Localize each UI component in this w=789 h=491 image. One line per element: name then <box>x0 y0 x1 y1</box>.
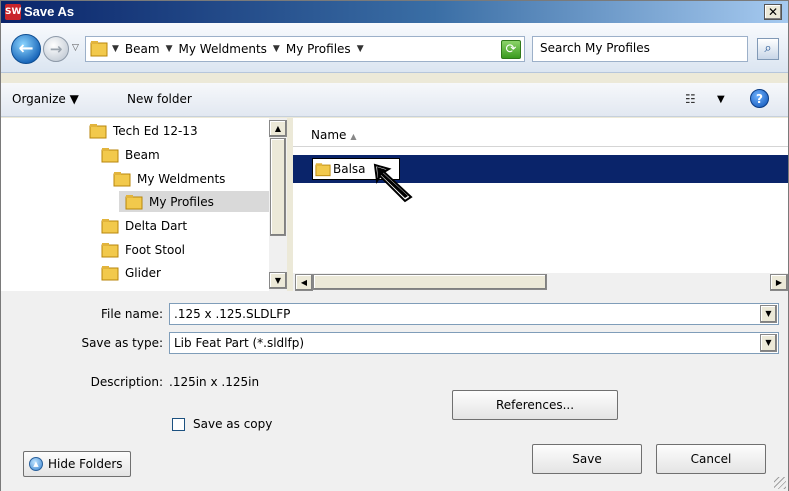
folder-icon <box>101 242 119 257</box>
folder-icon <box>101 147 119 162</box>
chevron-down-icon[interactable]: ▼ <box>760 334 777 352</box>
chevron-down-icon[interactable]: ▼ <box>760 305 777 323</box>
toolbar: Organize ▼ New folder ☷ ▼ ? <box>1 83 788 117</box>
chevron-right-icon[interactable]: ▼ <box>112 44 119 54</box>
arrow-right-icon: → <box>49 40 63 58</box>
tree-item-label: Foot Stool <box>125 242 186 257</box>
scrollbar-thumb[interactable] <box>313 274 547 290</box>
save-type-label: Save as type: <box>81 336 163 350</box>
help-button[interactable]: ? <box>750 89 769 108</box>
save-button[interactable]: Save <box>532 444 642 474</box>
mouse-pointer-icon <box>373 163 413 203</box>
save-as-dialog: SW Save As ✕ ← → ▽ ▼ Beam ▼ My Weldments… <box>0 0 789 491</box>
breadcrumb-item-my-profiles[interactable]: My Profiles <box>286 42 351 56</box>
horizontal-scrollbar[interactable]: ◀ ▶ <box>293 273 788 291</box>
tree-item-label: Delta Dart <box>125 218 188 233</box>
folder-icon <box>90 41 108 57</box>
folder-icon <box>101 218 119 233</box>
tree-item-my-weldments[interactable]: My Weldments <box>113 168 269 189</box>
column-header-name[interactable]: Name ▲ <box>293 123 788 147</box>
scroll-right-icon[interactable]: ▶ <box>770 274 788 291</box>
hide-folders-button[interactable]: ▲ Hide Folders <box>23 451 131 477</box>
tree-item-label: My Weldments <box>137 171 226 186</box>
scrollbar-thumb[interactable] <box>270 138 286 236</box>
chevron-right-icon[interactable]: ▼ <box>273 44 280 54</box>
refresh-button[interactable]: ⟳ <box>501 40 521 59</box>
arrow-left-icon: ← <box>18 38 34 59</box>
forward-button[interactable]: → <box>43 36 69 62</box>
views-dropdown-icon[interactable]: ▼ <box>717 94 725 105</box>
hide-folders-label: Hide Folders <box>48 457 123 471</box>
save-as-copy-checkbox[interactable] <box>172 418 185 431</box>
chevron-up-icon: ▲ <box>29 457 43 471</box>
new-folder-button[interactable]: New folder <box>127 92 192 106</box>
views-icon[interactable]: ☷ <box>685 92 696 106</box>
resize-grip-icon[interactable] <box>774 477 786 489</box>
search-button[interactable]: ⌕ <box>757 38 779 60</box>
breadcrumb-item-beam[interactable]: Beam <box>125 42 160 56</box>
file-name-field[interactable]: .125 x .125.SLDLFP ▼ <box>169 303 779 325</box>
folder-icon <box>113 171 131 186</box>
close-button[interactable]: ✕ <box>764 4 782 20</box>
tree-item-tech-ed[interactable]: Tech Ed 12-13 <box>89 120 269 141</box>
scroll-up-icon[interactable]: ▲ <box>269 120 287 137</box>
tree-item-my-profiles[interactable]: My Profiles <box>119 191 269 212</box>
back-button[interactable]: ← <box>11 34 41 64</box>
description-label: Description: <box>90 375 163 389</box>
window-title: Save As <box>24 4 75 19</box>
folder-icon <box>101 265 119 280</box>
search-input[interactable]: Search My Profiles <box>532 36 748 62</box>
folder-icon <box>315 162 331 176</box>
tree-item-label: Beam <box>125 147 160 162</box>
search-icon: ⌕ <box>764 41 772 56</box>
save-type-select[interactable]: Lib Feat Part (*.sldlfp) ▼ <box>169 332 779 354</box>
file-name-label: File name: <box>101 307 163 321</box>
navigation-pane: Tech Ed 12-13 Beam My Weldments My Profi… <box>1 118 287 291</box>
title-bar[interactable]: SW Save As ✕ <box>1 1 788 23</box>
address-row: ← → ▽ ▼ Beam ▼ My Weldments ▼ My Profile… <box>1 23 788 73</box>
references-button[interactable]: References... <box>452 390 618 420</box>
column-name-label: Name ▲ <box>311 128 357 142</box>
description-value: .125in x .125in <box>169 375 260 389</box>
chevron-down-icon[interactable]: ▼ <box>357 44 364 54</box>
breadcrumb-item-my-weldments[interactable]: My Weldments <box>179 42 267 56</box>
tree-item-beam[interactable]: Beam <box>101 144 269 165</box>
chevron-right-icon[interactable]: ▼ <box>166 44 173 54</box>
scroll-left-icon[interactable]: ◀ <box>295 274 313 291</box>
cancel-button[interactable]: Cancel <box>656 444 766 474</box>
tree-item-label: Glider <box>125 265 161 280</box>
save-form: File name: .125 x .125.SLDLFP ▼ Save as … <box>1 291 788 491</box>
refresh-icon: ⟳ <box>505 42 517 57</box>
scroll-down-icon[interactable]: ▼ <box>269 272 287 289</box>
breadcrumb[interactable]: ▼ Beam ▼ My Weldments ▼ My Profiles ▼ ▼ <box>85 36 525 62</box>
folder-icon <box>125 194 143 209</box>
navigation-scrollbar[interactable]: ▲ ▼ <box>269 118 287 291</box>
history-dropdown-icon[interactable]: ▽ <box>72 43 79 53</box>
solidworks-icon: SW <box>5 4 21 20</box>
file-list: Name▲ ◀ ▶ <box>293 118 788 291</box>
sort-ascending-icon: ▲ <box>350 132 357 141</box>
organize-button[interactable]: Organize ▼ <box>12 92 79 106</box>
tree-item-foot-stool[interactable]: Foot Stool <box>101 239 269 260</box>
save-as-copy-label: Save as copy <box>193 417 273 431</box>
file-name-value[interactable]: .125 x .125.SLDLFP <box>174 307 290 321</box>
tree-item-label: Tech Ed 12-13 <box>113 123 198 138</box>
tree-item-glider[interactable]: Glider <box>101 262 269 283</box>
save-type-value[interactable]: Lib Feat Part (*.sldlfp) <box>174 336 304 350</box>
tree-item-label: My Profiles <box>149 194 214 209</box>
folder-icon <box>89 123 107 138</box>
tree-item-delta-dart[interactable]: Delta Dart <box>101 215 269 236</box>
